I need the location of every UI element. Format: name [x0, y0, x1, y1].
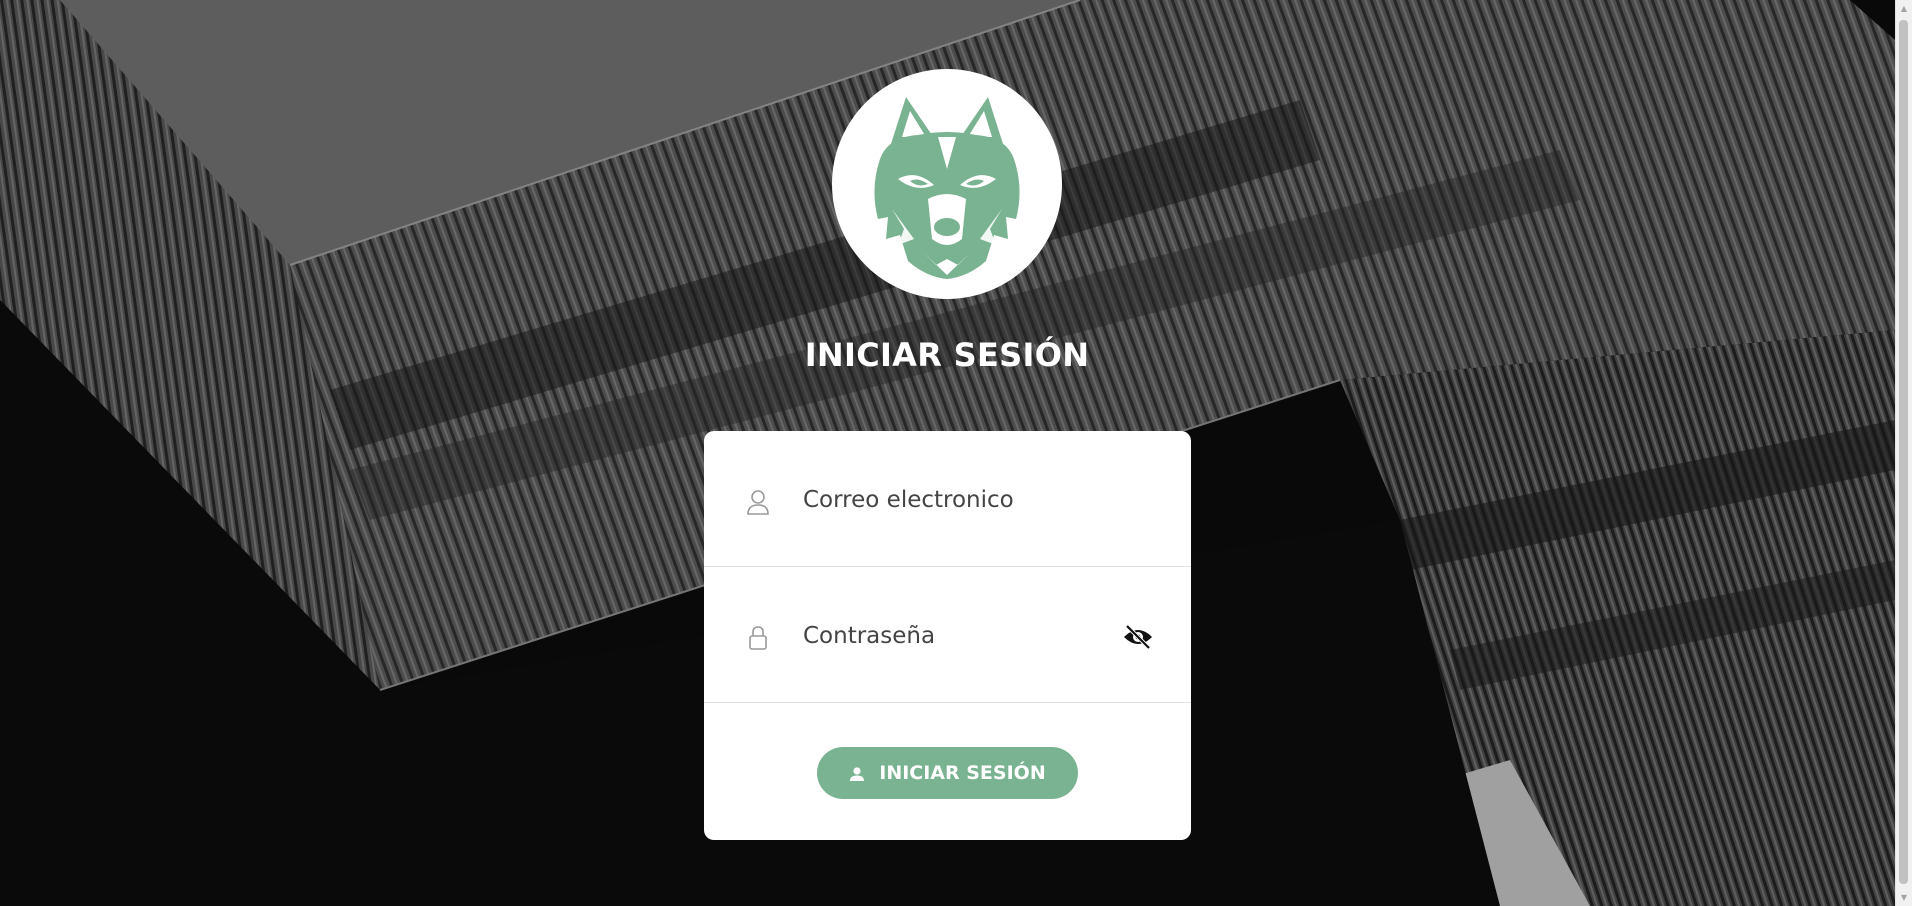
wolf-head-icon: [874, 97, 1020, 279]
login-page: ▲ ▼ INICIAR SESIÓN Correo electronico IN…: [0, 0, 1912, 906]
password-row: [704, 567, 1191, 703]
user-icon: [849, 765, 865, 781]
wolf-logo: [832, 69, 1062, 299]
scroll-thumb[interactable]: [1899, 20, 1908, 884]
login-card: INICIAR SESIÓN: [704, 431, 1191, 840]
email-row: [704, 431, 1191, 567]
scroll-down-arrow-icon[interactable]: ▼: [1896, 889, 1912, 906]
eye-slash-icon[interactable]: [1122, 623, 1154, 651]
email-field[interactable]: [803, 476, 1103, 524]
login-submit-label: INICIAR SESIÓN: [879, 762, 1046, 784]
scroll-up-arrow-icon[interactable]: ▲: [1896, 0, 1912, 17]
page-title: INICIAR SESIÓN: [804, 336, 1090, 374]
password-field[interactable]: [803, 612, 1103, 660]
page-scrollbar[interactable]: ▲ ▼: [1895, 0, 1912, 906]
login-submit-button[interactable]: INICIAR SESIÓN: [817, 747, 1078, 799]
lock-icon: [746, 625, 770, 651]
user-icon: [746, 489, 770, 515]
